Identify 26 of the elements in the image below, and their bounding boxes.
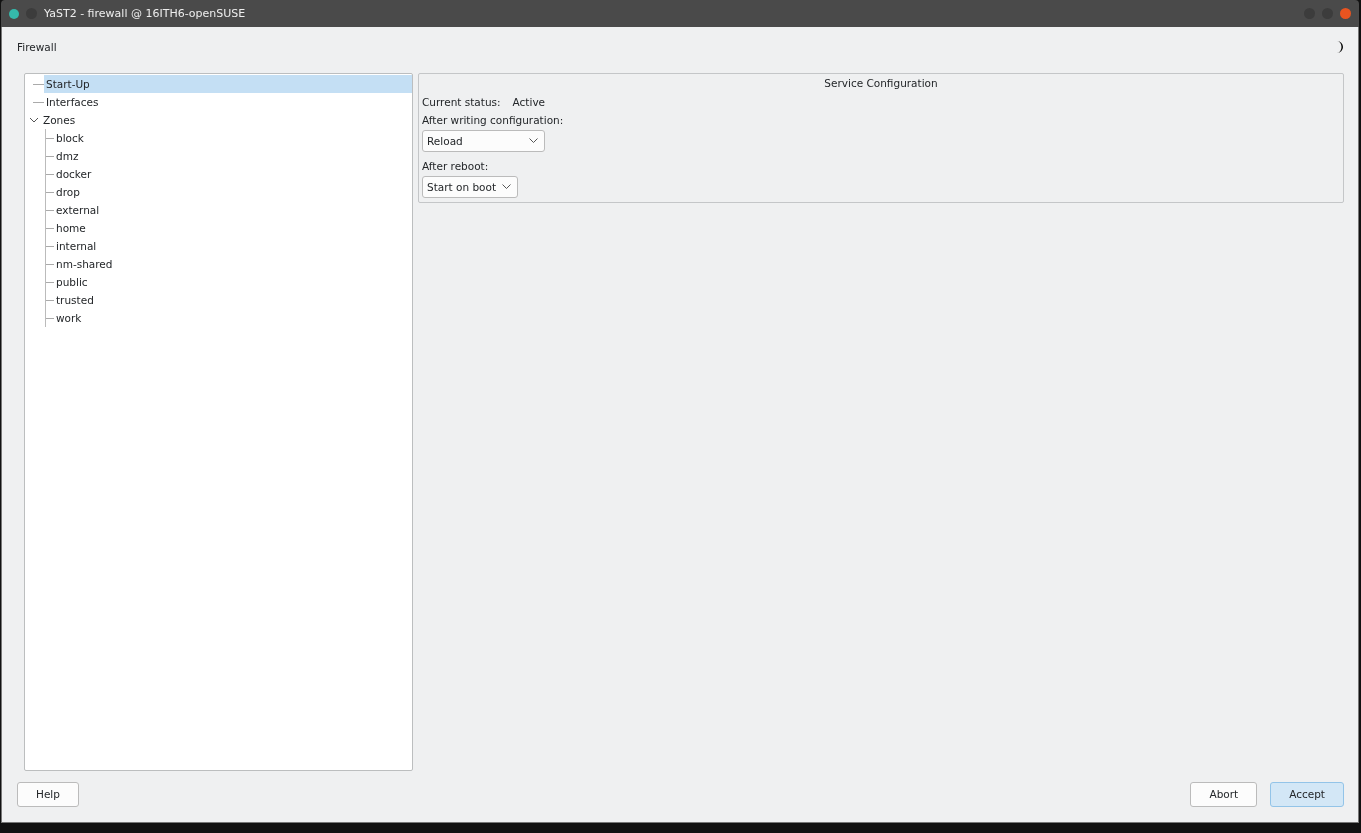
reload-dropdown[interactable]: Reload (422, 130, 545, 152)
tree-item[interactable]: public (54, 273, 412, 291)
status-value: Active (512, 96, 546, 108)
field-label: After writing configuration: (422, 114, 564, 126)
tree-item[interactable]: home (54, 219, 412, 237)
tree-item[interactable]: Interfaces (44, 93, 412, 111)
group-title: Service Configuration (824, 77, 938, 89)
page-heading: Firewall (17, 41, 57, 53)
tree-item[interactable]: external (54, 201, 412, 219)
abort-button[interactable]: Abort (1190, 781, 1258, 807)
tree-item[interactable]: nm-shared (54, 255, 412, 273)
reboot-dropdown[interactable]: Start on boot (422, 176, 519, 198)
tree-item[interactable]: dmz (54, 147, 412, 165)
tree-item[interactable]: docker (54, 165, 412, 183)
window-title: YaST2 - firewall @ 16ITH6-openSUSE (44, 7, 246, 20)
tree-item[interactable]: internal (54, 237, 412, 255)
help-button[interactable]: Help (17, 781, 79, 807)
field-label: After reboot: (422, 160, 489, 172)
tree-item[interactable]: trusted (54, 291, 412, 309)
tree-item[interactable]: work (54, 309, 412, 327)
tree-item[interactable]: block (54, 129, 412, 147)
tree-item[interactable]: Start-Up (44, 75, 412, 93)
tree-item[interactable]: drop (54, 183, 412, 201)
accept-button[interactable]: Accept (1270, 781, 1344, 807)
tree-item[interactable]: Zones (41, 111, 412, 129)
status-label: Current status: (422, 96, 501, 108)
